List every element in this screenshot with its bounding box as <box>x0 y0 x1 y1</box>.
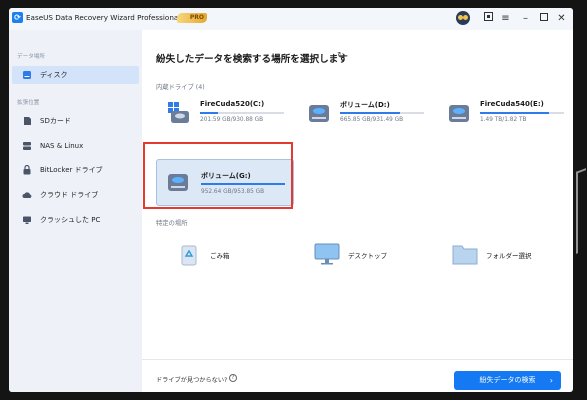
footer-divider <box>142 359 573 360</box>
maximize-icon[interactable] <box>536 11 551 26</box>
title-bar: ⟳ EaseUS Data Recovery Wizard Profession… <box>9 8 573 30</box>
pro-badge: PRO <box>177 13 207 23</box>
locations-group-label: 特定の場所 <box>156 220 188 227</box>
location-folder[interactable]: フォルダー選択 <box>448 241 573 271</box>
scan-button-label: 紛失データの検索 <box>479 376 536 384</box>
drive-name: FireCuda520(C:) <box>200 100 265 108</box>
location-label: フォルダー選択 <box>486 252 532 260</box>
close-icon[interactable]: ✕ <box>554 11 569 26</box>
help-icon[interactable]: ? <box>229 374 237 382</box>
sidebar-section-label: 拡張位置 <box>17 100 40 106</box>
selection-highlight <box>143 142 293 209</box>
location-label: デスクトップ <box>348 252 387 260</box>
sidebar-item-label: BitLocker ドライブ <box>40 166 103 174</box>
background-decoration <box>576 168 586 254</box>
location-desktop[interactable]: デスクトップ <box>310 241 438 271</box>
app-title: EaseUS Data Recovery Wizard Professional <box>26 13 181 22</box>
scan-button[interactable]: 紛失データの検索 › <box>454 371 561 390</box>
avatar-icon[interactable] <box>456 11 470 25</box>
sidebar-item-bitlocker[interactable]: BitLocker ドライブ <box>12 161 139 179</box>
drive-size: 665.85 GB/931.49 GB <box>340 117 404 123</box>
sidebar-section-label: データ場所 <box>17 54 45 60</box>
sidebar-item-label: ディスク <box>40 71 68 79</box>
folder-icon <box>452 245 478 265</box>
location-recycle-bin[interactable]: ごみ箱 <box>172 241 300 271</box>
sidebar-item-cloud[interactable]: クラウド ドライブ <box>12 186 139 204</box>
crashed-pc-icon <box>23 216 31 224</box>
drive-usage-bar <box>340 112 424 114</box>
sidebar-item-crashed-pc[interactable]: クラッシュした PC <box>12 211 139 229</box>
location-label: ごみ箱 <box>210 252 230 260</box>
drive-usage-bar <box>200 112 284 114</box>
drive-card-c[interactable]: FireCuda520(C:) 201.59 GB/930.88 GB <box>162 96 290 134</box>
menu-icon[interactable]: ≡ <box>498 11 513 26</box>
disk-icon <box>23 71 31 79</box>
sidebar-item-label: SDカード <box>40 117 71 125</box>
hard-drive-icon <box>309 105 329 122</box>
drive-name: FireCuda540(E:) <box>480 100 544 108</box>
sidebar-item-label: クラウド ドライブ <box>40 191 99 199</box>
desktop-icon <box>314 243 340 265</box>
recycle-bin-icon <box>181 245 197 266</box>
drive-size: 1.49 TB/1.82 TB <box>480 117 527 123</box>
drive-usage-fill <box>340 112 400 114</box>
drive-usage-fill <box>200 112 219 114</box>
drive-name: ボリューム(D:) <box>340 101 390 109</box>
drive-size: 201.59 GB/930.88 GB <box>200 117 264 123</box>
sd-card-icon <box>24 117 31 125</box>
hard-drive-icon <box>449 105 469 122</box>
drive-usage-bar <box>480 112 564 114</box>
drives-group-label: 内蔵ドライブ (4) <box>156 84 205 91</box>
refresh-icon[interactable]: ↻ <box>337 52 346 61</box>
sidebar: データ場所 ディスク 拡張位置 SDカード NAS & Linux BitLoc… <box>9 30 142 392</box>
page-title: 紛失したデータを検索する場所を選択します <box>156 54 348 65</box>
windows-drive-icon <box>168 102 189 123</box>
drive-card-d[interactable]: ボリューム(D:) 665.85 GB/931.49 GB <box>302 96 430 134</box>
sidebar-item-disk[interactable]: ディスク <box>12 66 139 84</box>
sidebar-item-label: クラッシュした PC <box>40 216 101 224</box>
drive-usage-fill <box>480 112 549 114</box>
chevron-right-icon: › <box>549 376 553 385</box>
drive-card-e[interactable]: FireCuda540(E:) 1.49 TB/1.82 TB <box>442 96 570 134</box>
drive-not-found-link[interactable]: ドライブが見つからない? <box>156 375 227 384</box>
app-logo-icon: ⟳ <box>12 12 23 23</box>
main-panel: 紛失したデータを検索する場所を選択します ↻ 内蔵ドライブ (4) FireCu… <box>142 30 573 392</box>
nas-icon <box>23 142 31 150</box>
restore-icon[interactable] <box>481 11 496 26</box>
sidebar-item-nas[interactable]: NAS & Linux <box>12 137 139 155</box>
sidebar-item-sd-card[interactable]: SDカード <box>12 112 139 130</box>
bitlocker-icon <box>23 165 31 175</box>
minimize-icon[interactable]: – <box>518 11 533 26</box>
sidebar-item-label: NAS & Linux <box>40 142 84 150</box>
cloud-icon <box>22 192 32 198</box>
